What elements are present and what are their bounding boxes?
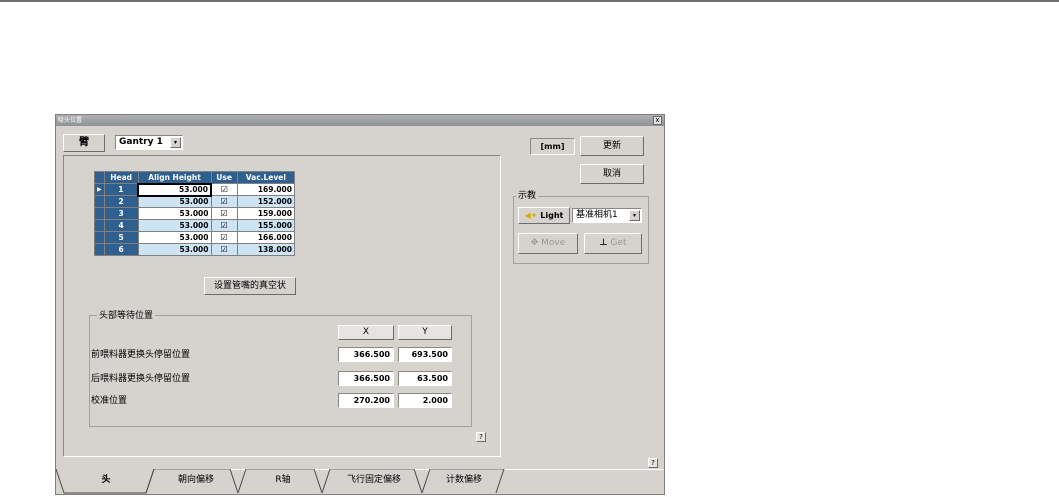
head-position-window: 吸头位置 x 臂 Gantry 1 ▾ Head Align Height Us… xyxy=(55,114,665,495)
vac-level-cell[interactable]: 152.000 xyxy=(236,195,296,208)
move-button[interactable]: ✥ Move xyxy=(518,233,578,254)
vac-level-cell[interactable]: 155.000 xyxy=(236,219,296,232)
head-table: Head Align Height Use Vac.Level ▶ 1 53.0… xyxy=(94,171,296,256)
column-header-use[interactable]: Use xyxy=(210,171,238,184)
column-header-vac-level[interactable]: Vac.Level xyxy=(236,171,296,184)
camera-dropdown[interactable]: 基准相机1 ▾ xyxy=(572,208,642,223)
head-wait-position-label: 头部等待位置 xyxy=(97,308,156,321)
arm-label: 臂 xyxy=(63,134,105,152)
tab-flying-fixed-offset[interactable]: 飞行固定偏移 xyxy=(332,469,416,491)
tab-count-offset[interactable]: 计数偏移 xyxy=(432,469,496,491)
align-height-cell[interactable]: 53.000 xyxy=(137,195,212,208)
row-selector[interactable] xyxy=(94,243,105,256)
front-feeder-y-input[interactable]: 693.500 xyxy=(398,347,452,362)
vac-level-cell[interactable]: 138.000 xyxy=(236,243,296,256)
use-checkbox[interactable]: ☑ xyxy=(210,243,238,256)
chevron-down-icon[interactable]: ▾ xyxy=(629,210,640,221)
head-index: 6 xyxy=(103,243,139,256)
table-row[interactable]: 2 53.000 ☑ 152.000 xyxy=(94,195,296,208)
teach-label: 示教 xyxy=(516,188,539,201)
tab-head[interactable]: 头 xyxy=(76,469,136,491)
use-checkbox[interactable]: ☑ xyxy=(210,207,238,220)
rear-feeder-y-input[interactable]: 63.500 xyxy=(398,371,452,386)
head-index: 5 xyxy=(103,231,139,244)
chevron-down-icon[interactable]: ▾ xyxy=(170,137,181,148)
gantry-value: Gantry 1 xyxy=(119,137,163,147)
column-header-align-height[interactable]: Align Height xyxy=(137,171,212,184)
get-icon: ⊥ xyxy=(599,238,608,248)
camera-value: 基准相机1 xyxy=(576,210,618,220)
title-bar: 吸头位置 x xyxy=(56,115,664,126)
tab-orientation-offset[interactable]: 朝向偏移 xyxy=(160,469,232,491)
align-height-cell[interactable]: 53.000 xyxy=(137,207,212,220)
align-height-cell[interactable]: 53.000 xyxy=(137,243,212,256)
use-checkbox[interactable]: ☑ xyxy=(210,231,238,244)
cancel-button[interactable]: 取消 xyxy=(580,164,644,184)
vac-level-cell[interactable]: 166.000 xyxy=(236,231,296,244)
bottom-tab-strip: 头 朝向偏移 R轴 飞行固定偏移 计数偏移 xyxy=(56,469,664,494)
column-header-x: X xyxy=(338,325,394,340)
row-selector[interactable] xyxy=(94,195,105,208)
update-button[interactable]: 更新 xyxy=(580,136,644,156)
front-feeder-change-label: 前喂料器更换头停留位置 xyxy=(91,350,191,360)
row-selector[interactable] xyxy=(94,231,105,244)
table-row[interactable]: 3 53.000 ☑ 159.000 xyxy=(94,207,296,220)
table-row[interactable]: 6 53.000 ☑ 138.000 xyxy=(94,243,296,256)
light-label: Light xyxy=(540,211,564,220)
vac-level-cell[interactable]: 169.000 xyxy=(236,183,296,196)
gantry-dropdown[interactable]: Gantry 1 ▾ xyxy=(115,135,183,150)
unit-label: [mm] xyxy=(530,138,575,155)
selector-header xyxy=(94,171,105,184)
head-index: 1 xyxy=(103,183,139,196)
close-button[interactable]: x xyxy=(653,116,662,125)
light-icon: ◀✦ xyxy=(524,211,538,220)
use-checkbox[interactable]: ☑ xyxy=(210,195,238,208)
align-height-cell[interactable]: 53.000 xyxy=(137,182,212,197)
help-icon[interactable]: ? xyxy=(648,458,658,468)
column-header-y: Y xyxy=(398,325,452,340)
tab-r-axis[interactable]: R轴 xyxy=(252,469,314,491)
help-icon[interactable]: ? xyxy=(476,432,486,442)
head-index: 2 xyxy=(103,195,139,208)
table-row[interactable]: 5 53.000 ☑ 166.000 xyxy=(94,231,296,244)
row-selector[interactable] xyxy=(94,219,105,232)
head-index: 3 xyxy=(103,207,139,220)
light-button[interactable]: ◀✦ Light xyxy=(518,207,570,224)
calibration-x-input[interactable]: 270.200 xyxy=(338,393,394,408)
rear-feeder-change-label: 后喂料器更换头停留位置 xyxy=(91,374,191,384)
vac-level-cell[interactable]: 159.000 xyxy=(236,207,296,220)
table-header-row: Head Align Height Use Vac.Level xyxy=(94,171,296,184)
head-index: 4 xyxy=(103,219,139,232)
get-button[interactable]: ⊥ Get xyxy=(584,233,642,254)
use-checkbox[interactable]: ☑ xyxy=(210,219,238,232)
top-rule xyxy=(0,0,1059,2)
calibration-y-input[interactable]: 2.000 xyxy=(398,393,452,408)
move-icon: ✥ xyxy=(530,238,539,248)
use-checkbox[interactable]: ☑ xyxy=(210,183,238,196)
table-row[interactable]: 4 53.000 ☑ 155.000 xyxy=(94,219,296,232)
rear-feeder-x-input[interactable]: 366.500 xyxy=(338,371,394,386)
table-row[interactable]: ▶ 1 53.000 ☑ 169.000 xyxy=(94,182,296,197)
set-nozzle-vacuum-button[interactable]: 设置管嘴的真空状 xyxy=(204,277,296,295)
row-selector-icon[interactable]: ▶ xyxy=(94,183,105,196)
column-header-head[interactable]: Head xyxy=(103,171,139,184)
get-label: Get xyxy=(610,238,627,248)
align-height-cell[interactable]: 53.000 xyxy=(137,219,212,232)
row-selector[interactable] xyxy=(94,207,105,220)
move-label: Move xyxy=(541,238,566,248)
window-title: 吸头位置 xyxy=(58,117,83,124)
align-height-cell[interactable]: 53.000 xyxy=(137,231,212,244)
front-feeder-x-input[interactable]: 366.500 xyxy=(338,347,394,362)
calibration-position-label: 校准位置 xyxy=(91,396,128,406)
